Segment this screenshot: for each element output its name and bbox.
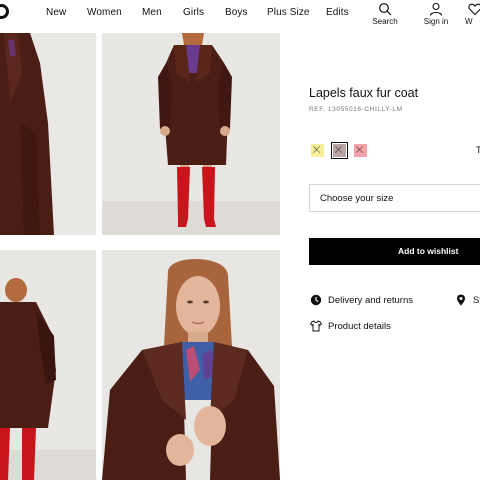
search-label: Search bbox=[372, 17, 398, 26]
nav-new[interactable]: New bbox=[46, 7, 66, 18]
size-select[interactable]: Choose your size bbox=[309, 184, 480, 212]
product-photo-4[interactable] bbox=[102, 250, 280, 480]
heart-icon bbox=[468, 3, 480, 16]
search-button[interactable]: Search bbox=[365, 2, 405, 26]
color-swatch-mauve[interactable] bbox=[331, 142, 348, 159]
sign-in-label: Sign in bbox=[423, 17, 449, 26]
location-pin-icon bbox=[457, 294, 465, 306]
size-guide-link-cropped[interactable]: T bbox=[476, 145, 480, 155]
sign-in-button[interactable]: Sign in bbox=[416, 2, 456, 26]
nav-plus-size[interactable]: Plus Size bbox=[267, 7, 310, 18]
delivery-returns-link[interactable]: Delivery and returns bbox=[310, 294, 430, 308]
clock-icon bbox=[310, 294, 322, 306]
store-availability-label: St bbox=[473, 295, 480, 306]
user-icon bbox=[429, 2, 443, 16]
nav-women[interactable]: Women bbox=[87, 7, 122, 18]
product-title: Lapels faux fur coat bbox=[309, 86, 419, 100]
nav-girls[interactable]: Girls bbox=[183, 7, 204, 18]
size-select-placeholder: Choose your size bbox=[320, 193, 394, 204]
top-nav-bar: New Women Men Girls Boys Plus Size Edits… bbox=[0, 0, 480, 30]
product-photo-1[interactable] bbox=[0, 33, 96, 235]
product-details-label: Product details bbox=[328, 321, 391, 332]
delivery-returns-label: Delivery and returns bbox=[328, 295, 414, 306]
tshirt-icon bbox=[310, 320, 322, 332]
nav-edits[interactable]: Edits bbox=[326, 7, 349, 18]
product-photo-3[interactable] bbox=[0, 250, 96, 480]
search-icon bbox=[379, 3, 392, 16]
add-to-wishlist-label: Add to wishlist bbox=[398, 246, 459, 256]
color-swatch-pink[interactable] bbox=[354, 144, 367, 157]
add-to-wishlist-button[interactable]: Add to wishlist bbox=[309, 238, 480, 265]
product-reference: REF. 13055016-CHILLY-LM bbox=[309, 106, 403, 113]
color-swatch-yellow[interactable] bbox=[311, 144, 324, 157]
wishlist-label: W bbox=[465, 17, 473, 26]
nav-men[interactable]: Men bbox=[142, 7, 162, 18]
product-photo-2[interactable] bbox=[102, 33, 280, 235]
brand-logo[interactable] bbox=[0, 4, 9, 19]
store-availability-link[interactable]: St bbox=[455, 294, 480, 308]
wishlist-nav-button[interactable]: W bbox=[465, 2, 480, 26]
nav-boys[interactable]: Boys bbox=[225, 7, 248, 18]
product-details-link[interactable]: Product details bbox=[310, 320, 430, 334]
